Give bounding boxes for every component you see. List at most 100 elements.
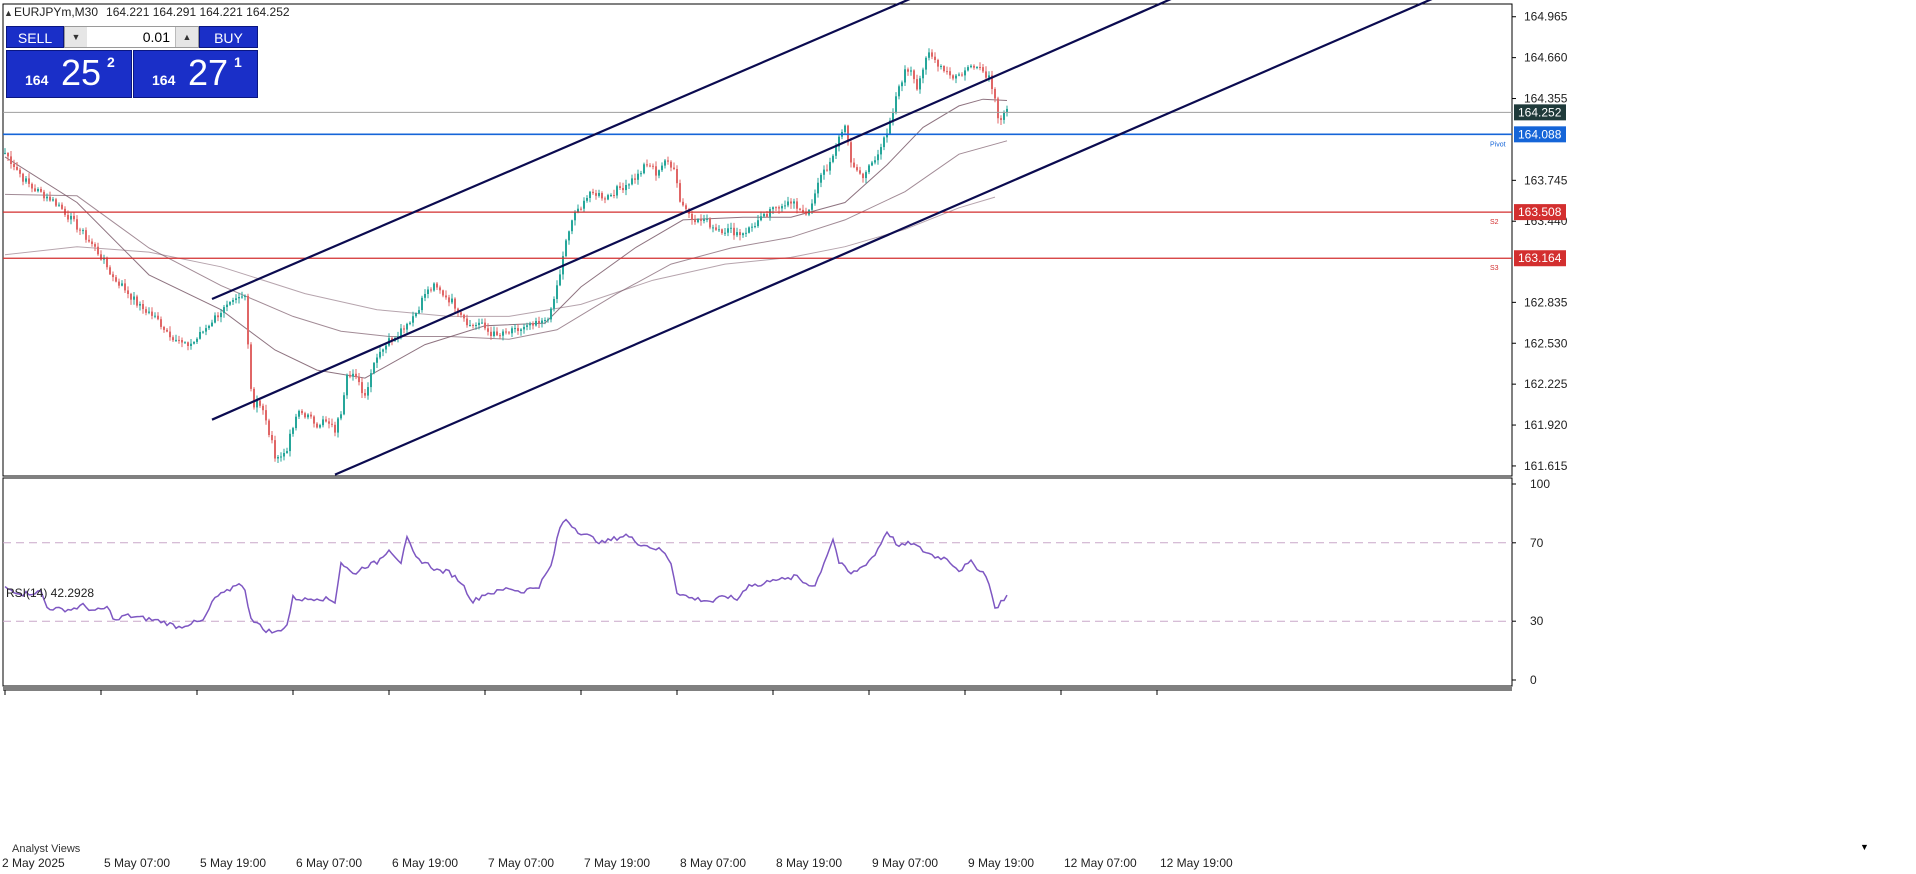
candle [712,227,714,229]
candle [190,343,192,346]
candle [595,193,597,196]
candle [283,453,285,457]
candle [964,70,966,76]
candle [289,433,291,452]
level-name-label: Pivot [1490,141,1506,148]
candle [496,331,498,336]
candle [91,241,93,244]
collapse-arrow-icon[interactable]: ▲ [4,8,13,18]
candle [970,65,972,68]
candle [376,357,378,363]
candle [877,154,879,161]
candle [304,413,306,418]
candle [313,416,315,424]
one-click-trading-panel: SELL ▼ ▲ BUY 164 25 2 164 27 1 [6,26,258,98]
candle [358,376,360,383]
candle [613,195,615,196]
scroll-down-icon[interactable]: ▼ [1860,842,1869,852]
candle [694,219,696,223]
candle [517,328,519,331]
candle [823,169,825,175]
time-tick-label: 6 May 19:00 [392,856,458,870]
sell-price-main: 25 [61,52,102,93]
candle [49,196,51,201]
candle [208,325,210,329]
buy-button[interactable]: BUY [199,26,258,48]
candle [703,219,705,221]
rsi-frame[interactable] [2,477,1513,687]
candle [325,419,327,422]
candle [142,304,144,310]
buy-price-pip: 1 [234,54,242,70]
level-price-label: 163.508 [1518,205,1562,219]
candle [640,173,642,175]
sell-price-button[interactable]: 164 25 2 [6,50,132,98]
sell-price-pip: 2 [107,54,115,70]
candle [724,232,726,234]
candle [865,172,867,179]
candle [727,228,729,233]
candle [130,293,132,300]
candle [421,297,423,311]
candle [481,322,483,324]
candle [229,301,231,305]
candle [163,327,165,330]
candle [631,178,633,185]
candle [295,416,297,429]
candle [979,67,981,68]
candle [931,52,933,57]
candle [730,227,732,229]
candle [85,230,87,240]
candle [598,193,600,196]
candle [145,309,147,313]
candle [127,290,129,294]
candle [769,209,771,217]
candle [664,160,666,166]
chevron-down-icon[interactable]: ▼ [65,27,88,47]
candle [166,329,168,332]
candle [100,254,102,260]
candle [361,382,363,394]
rsi-panel[interactable]: 100 70 30 0 [2,477,1550,691]
candle [184,342,186,344]
candle [781,206,783,209]
candle [949,71,951,76]
time-tick-label: 5 May 19:00 [200,856,266,870]
candle [298,410,300,417]
candle [331,423,333,425]
candle [925,57,927,70]
candle [193,341,195,344]
candle [202,331,204,333]
sell-button[interactable]: SELL [6,26,64,48]
buy-price-button[interactable]: 164 27 1 [133,50,258,98]
candle [778,207,780,209]
candle [784,205,786,207]
candle [982,67,984,72]
candle [148,311,150,313]
candle [217,315,219,318]
candle [697,219,699,223]
candle [550,308,552,320]
analyst-views-label[interactable]: Analyst Views [12,843,81,855]
candle [511,328,513,334]
candle [484,322,486,329]
candle [475,325,477,326]
candle [751,226,753,228]
time-tick-label: 7 May 07:00 [488,856,554,870]
candle [310,414,312,417]
candle [139,304,141,306]
candle [367,387,369,396]
candle [880,147,882,155]
price-tick-label: 164.355 [1524,92,1568,106]
trading-chart[interactable]: PivotS2S3 164.965164.660164.355163.74516… [0,0,1916,874]
candle [13,164,15,167]
chevron-up-icon[interactable]: ▲ [175,27,198,47]
candle [544,320,546,321]
candle [322,419,324,426]
time-tick-label: 8 May 19:00 [776,856,842,870]
candle [415,313,417,317]
candle [214,315,216,323]
candle [535,321,537,326]
candle [814,193,816,204]
lot-size-input[interactable] [87,27,176,47]
